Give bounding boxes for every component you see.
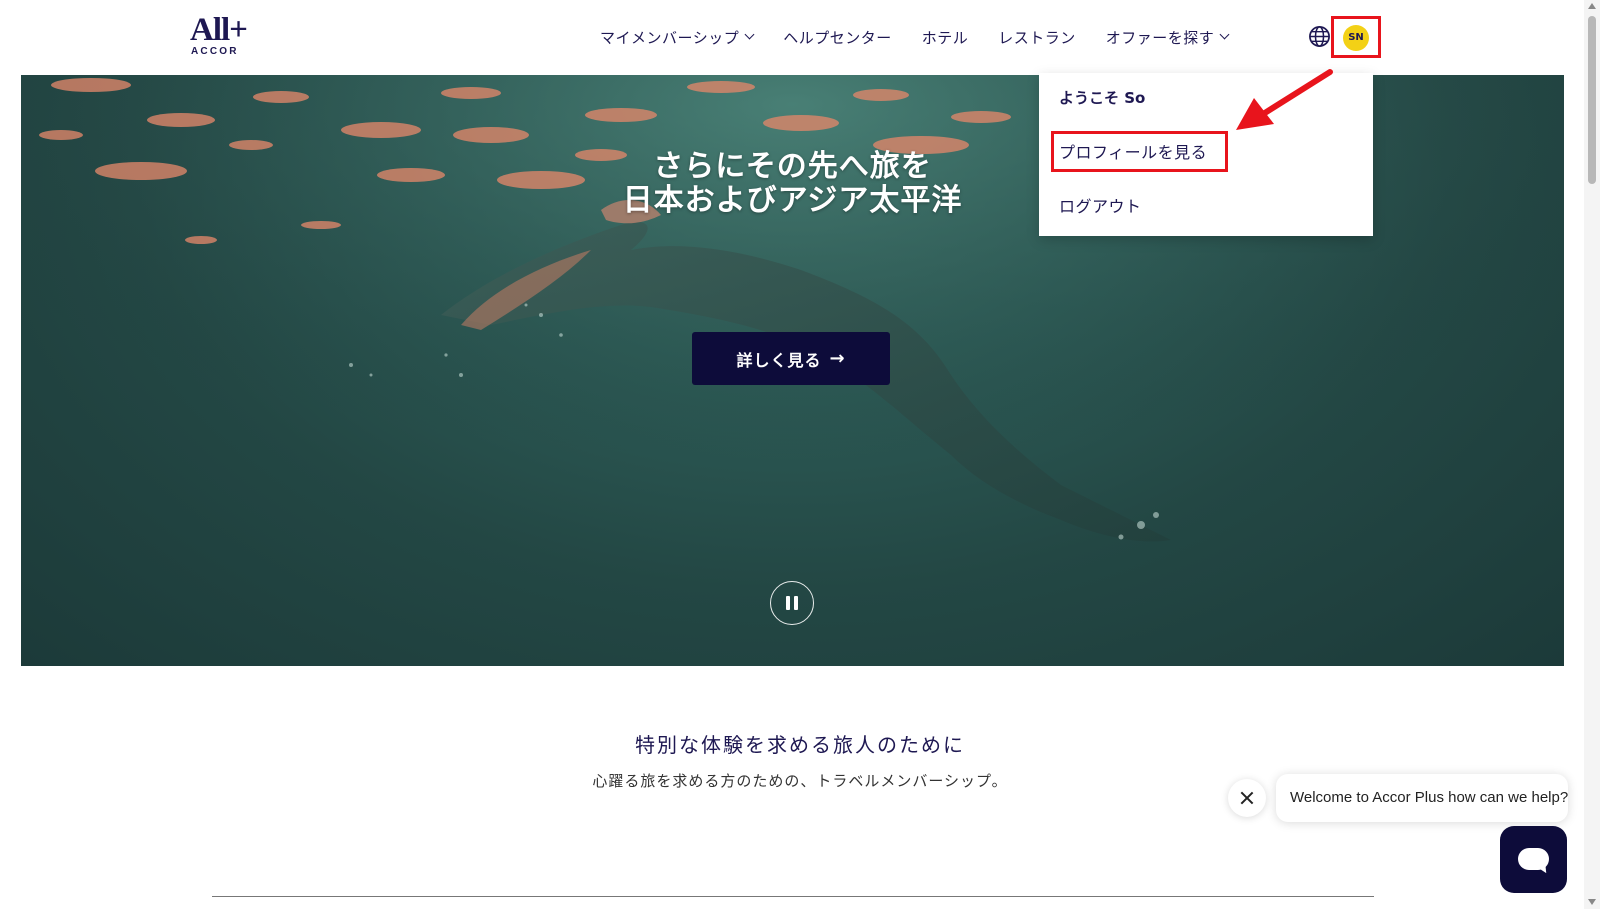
logo-wordmark: All+ [190, 12, 248, 48]
welcome-text: ようこそ So [1059, 89, 1146, 107]
page-scrollbar[interactable] [1584, 0, 1600, 909]
chevron-down-icon [744, 29, 755, 40]
scroll-up-arrow-icon[interactable] [1588, 3, 1596, 9]
learn-more-button[interactable]: 詳しく見る → [692, 332, 890, 385]
site-header: All+ ACCOR マイメンバーシップ ヘルプセンター ホテル レストラン オ… [0, 0, 1568, 75]
chevron-down-icon [1219, 29, 1230, 40]
pause-video-button[interactable] [770, 581, 814, 625]
view-profile-link[interactable]: プロフィールを見る [1059, 139, 1207, 163]
intro-title: 特別な体験を求める旅人のために [635, 733, 965, 757]
nav-item-find-offers[interactable]: オファーを探す [1105, 27, 1230, 48]
all-accor-logo[interactable]: All+ ACCOR [190, 12, 270, 60]
nav-label: ヘルプセンター [783, 28, 892, 47]
section-divider [212, 896, 1374, 897]
globe-icon[interactable] [1308, 25, 1331, 48]
close-icon[interactable] [1228, 779, 1266, 817]
logo-subtext: ACCOR [191, 46, 239, 57]
chat-welcome-bubble[interactable]: Welcome to Accor Plus how can we help? [1276, 774, 1568, 822]
user-avatar[interactable]: SN [1343, 25, 1369, 51]
chat-launcher-button[interactable] [1500, 826, 1567, 893]
nav-item-restaurants[interactable]: レストラン [998, 27, 1076, 48]
avatar-highlight-box: SN [1331, 16, 1381, 58]
chat-icon [1518, 848, 1549, 870]
annotation-arrow-icon [1236, 69, 1333, 130]
scroll-down-arrow-icon[interactable] [1588, 899, 1596, 905]
logout-link[interactable]: ログアウト [1059, 193, 1142, 217]
nav-item-my-membership[interactable]: マイメンバーシップ [600, 27, 755, 48]
main-nav: マイメンバーシップ ヘルプセンター ホテル レストラン オファーを探す [600, 26, 1258, 48]
nav-label: ホテル [921, 28, 969, 47]
pause-icon [794, 596, 798, 610]
nav-item-help-center[interactable]: ヘルプセンター [783, 27, 892, 48]
nav-label: マイメンバーシップ [600, 28, 740, 47]
scroll-thumb[interactable] [1588, 16, 1596, 184]
nav-label: レストラン [998, 28, 1076, 47]
arrow-right-icon: → [829, 348, 846, 369]
nav-label: オファーを探す [1105, 28, 1215, 47]
nav-item-hotels[interactable]: ホテル [922, 27, 969, 48]
learn-more-label: 詳しく見る [736, 350, 822, 370]
pause-icon [786, 596, 790, 610]
